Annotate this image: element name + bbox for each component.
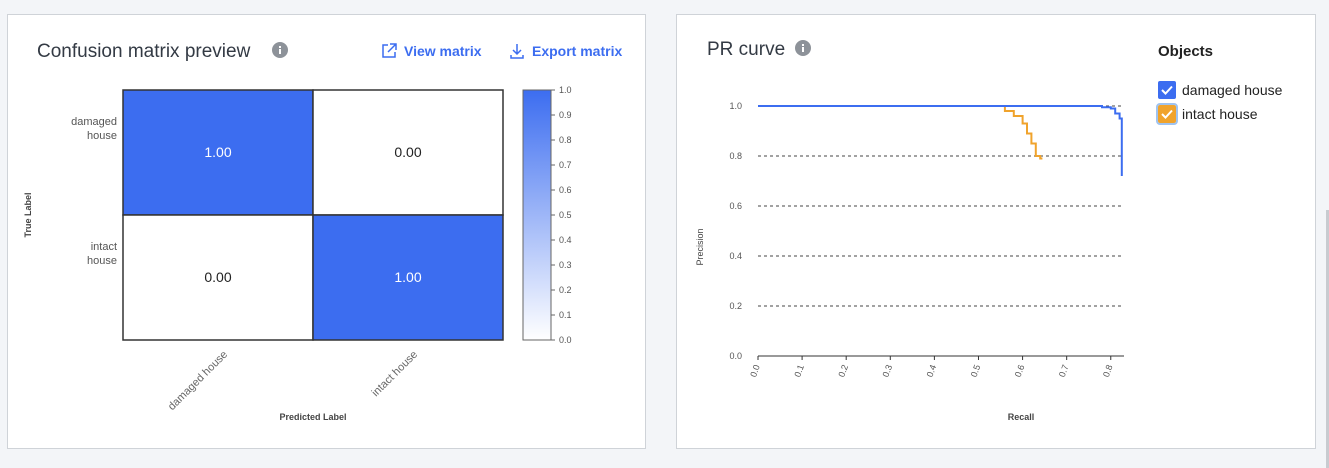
legend-label-damaged-house: damaged house bbox=[1182, 82, 1283, 98]
colorbar-tick-label: 1.0 bbox=[559, 85, 572, 95]
cell-value-label: 0.00 bbox=[204, 269, 231, 285]
confusion-matrix-chart: 1.00 0.00 0.00 1.00 damaged house intact house d… bbox=[23, 85, 572, 422]
y-tick-label: intact bbox=[91, 241, 117, 253]
legend-title: Objects bbox=[1158, 43, 1214, 60]
colorbar-tick-label: 0.9 bbox=[559, 110, 572, 120]
colorbar-tick-label: 0.2 bbox=[559, 285, 572, 295]
colorbar-tick-label: 0.1 bbox=[559, 310, 572, 320]
legend-label-intact-house: intact house bbox=[1182, 106, 1258, 122]
legend-item-intact-house[interactable]: intact house bbox=[1156, 103, 1258, 125]
checkbox-checked-icon[interactable] bbox=[1158, 81, 1176, 99]
legend-item-damaged-house[interactable]: damaged house bbox=[1158, 81, 1282, 99]
x-tick-label: 0.7 bbox=[1057, 363, 1071, 378]
cell-value-label: 1.00 bbox=[394, 269, 421, 285]
colorbar bbox=[522, 89, 552, 341]
y-tick-label: house bbox=[87, 130, 117, 142]
y-tick-label: house bbox=[87, 255, 117, 267]
y-axis-label: True Label bbox=[23, 192, 33, 237]
y-tick-label: 0.2 bbox=[729, 301, 742, 311]
colorbar-tick-label: 0.8 bbox=[559, 135, 572, 145]
colorbar-tick-label: 0.7 bbox=[559, 160, 572, 170]
y-tick-label: 0.4 bbox=[729, 251, 742, 261]
x-tick-label: 0.6 bbox=[1013, 363, 1027, 378]
x-tick-label: 0.5 bbox=[969, 363, 983, 378]
colorbar-tick-label: 0.4 bbox=[559, 235, 572, 245]
x-tick-label: 0.0 bbox=[748, 363, 762, 378]
x-axis-label: Recall bbox=[1008, 412, 1035, 422]
y-tick-label: 0.8 bbox=[729, 151, 742, 161]
pr-curve-chart: 0.0 0.2 0.4 0.6 0.8 1.0 0.0 0.1 0.2 0.3 0.4 0.5 0.6 0… bbox=[695, 101, 1124, 422]
confusion-matrix-panel: Confusion matrix preview View matrix Exp… bbox=[7, 14, 646, 449]
x-tick-label: 0.8 bbox=[1101, 363, 1115, 378]
x-tick-label: 0.1 bbox=[792, 363, 806, 378]
series-line-intact-house bbox=[758, 105, 1043, 160]
colorbar-tick-label: 0.3 bbox=[559, 260, 572, 270]
series-line-damaged-house bbox=[758, 105, 1123, 176]
cell-value-label: 1.00 bbox=[204, 144, 231, 160]
x-tick-label: damaged house bbox=[166, 349, 230, 413]
x-tick-label: 0.3 bbox=[880, 363, 894, 378]
colorbar-tick-label: 0.6 bbox=[559, 185, 572, 195]
colorbar-tick-label: 0.0 bbox=[559, 335, 572, 345]
y-tick-label: 1.0 bbox=[729, 101, 742, 111]
y-tick-label: 0.0 bbox=[729, 351, 742, 361]
x-tick-label: intact house bbox=[370, 349, 420, 399]
x-tick-label: 0.4 bbox=[925, 363, 939, 378]
x-axis-label: Predicted Label bbox=[279, 412, 346, 422]
colorbar-tick-label: 0.5 bbox=[559, 210, 572, 220]
y-axis-label: Precision bbox=[695, 228, 705, 265]
x-tick-label: 0.2 bbox=[836, 363, 850, 378]
pr-curve-panel: PR curve 0.0 0.2 0.4 0.6 0.8 1.0 0.0 0.1 0.2 0.3 0… bbox=[676, 14, 1316, 449]
y-tick-label: damaged bbox=[71, 116, 117, 128]
y-tick-label: 0.6 bbox=[729, 201, 742, 211]
checkbox-checked-icon[interactable] bbox=[1156, 103, 1178, 125]
cell-value-label: 0.00 bbox=[394, 144, 421, 160]
